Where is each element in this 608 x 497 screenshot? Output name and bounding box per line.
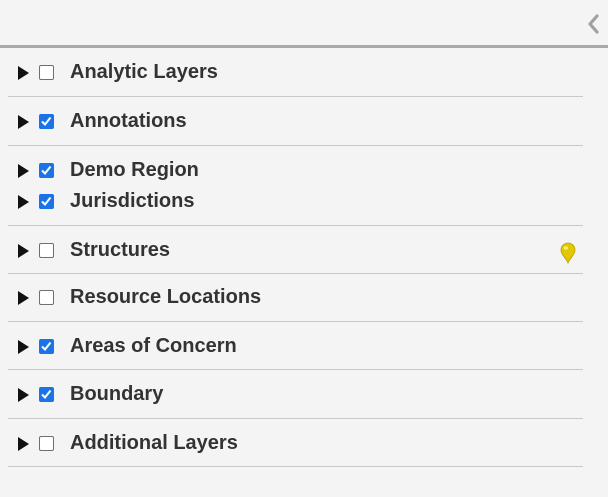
- layer-row-resource-locations[interactable]: Resource Locations: [8, 282, 583, 313]
- layers-panel: Analytic Layers Annotations Demo Region …: [0, 0, 608, 497]
- layer-checkbox[interactable]: [39, 436, 54, 451]
- layer-row-structures[interactable]: Structures: [8, 235, 583, 266]
- panel-header: [0, 0, 608, 48]
- layer-checkbox[interactable]: [39, 339, 54, 354]
- layer-list: Analytic Layers Annotations Demo Region …: [8, 48, 583, 467]
- layer-checkbox[interactable]: [39, 243, 54, 258]
- layer-label: Boundary: [70, 383, 164, 405]
- layer-label: Annotations: [70, 110, 187, 132]
- expand-arrow-icon[interactable]: [18, 114, 29, 129]
- expand-arrow-icon[interactable]: [18, 436, 29, 451]
- expand-arrow-icon[interactable]: [18, 194, 29, 209]
- expand-arrow-icon[interactable]: [18, 290, 29, 305]
- layer-label: Jurisdictions: [70, 190, 195, 212]
- layer-checkbox[interactable]: [39, 290, 54, 305]
- expand-arrow-icon[interactable]: [18, 387, 29, 402]
- expand-arrow-icon[interactable]: [18, 163, 29, 178]
- layer-row-boundary[interactable]: Boundary: [8, 379, 583, 410]
- layer-row-annotations[interactable]: Annotations: [8, 106, 583, 137]
- layer-label: Resource Locations: [70, 286, 262, 308]
- layer-row-additional-layers[interactable]: Additional Layers: [8, 428, 583, 459]
- layer-group: Additional Layers: [8, 419, 583, 467]
- expand-arrow-icon[interactable]: [18, 339, 29, 354]
- layer-row-demo-region[interactable]: Demo Region: [8, 155, 583, 186]
- layer-row-jurisdictions[interactable]: Jurisdictions: [8, 186, 583, 217]
- layer-group: Boundary: [8, 370, 583, 419]
- layer-checkbox[interactable]: [39, 194, 54, 209]
- layer-group: Analytic Layers: [8, 48, 583, 97]
- map-marker-icon: [559, 242, 577, 265]
- layer-group: Resource Locations: [8, 274, 583, 322]
- layer-checkbox[interactable]: [39, 387, 54, 402]
- layer-label: Analytic Layers: [70, 61, 218, 83]
- layer-label: Areas of Concern: [70, 335, 237, 357]
- layer-checkbox[interactable]: [39, 163, 54, 178]
- layer-group: Areas of Concern: [8, 322, 583, 370]
- expand-arrow-icon[interactable]: [18, 243, 29, 258]
- layer-checkbox[interactable]: [39, 65, 54, 80]
- layer-label: Demo Region: [70, 159, 199, 181]
- chevron-left-icon[interactable]: [586, 13, 600, 35]
- layer-row-areas-of-concern[interactable]: Areas of Concern: [8, 331, 583, 362]
- expand-arrow-icon[interactable]: [18, 65, 29, 80]
- layer-label: Additional Layers: [70, 432, 238, 454]
- layer-group: Demo Region Jurisdictions: [8, 146, 583, 226]
- layer-checkbox[interactable]: [39, 114, 54, 129]
- layer-group: Structures: [8, 226, 583, 274]
- layer-group: Annotations: [8, 97, 583, 146]
- layer-row-analytic-layers[interactable]: Analytic Layers: [8, 57, 583, 88]
- layer-label: Structures: [70, 239, 171, 261]
